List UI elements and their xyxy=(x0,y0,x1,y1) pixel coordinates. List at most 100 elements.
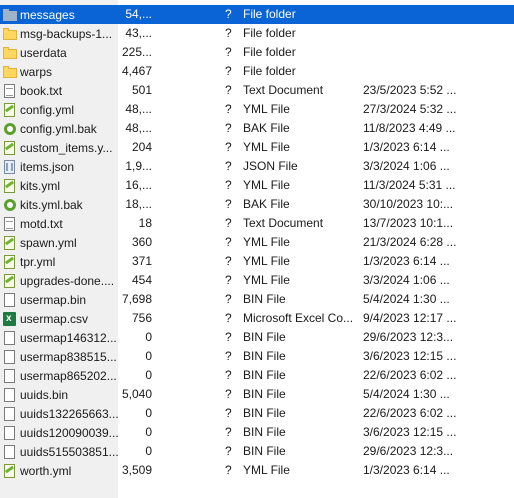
file-name-cell[interactable]: items.json xyxy=(0,157,118,176)
file-name-cell[interactable]: usermap.csv xyxy=(0,309,118,328)
file-date-modified: 3/6/2023 12:15 ... xyxy=(363,425,457,439)
file-row[interactable]: warps 4,467? File folder xyxy=(0,62,514,81)
file-name: config.yml.bak xyxy=(20,121,97,136)
file-name-cell[interactable]: spawn.yml xyxy=(0,233,118,252)
bin-file-icon xyxy=(3,444,17,460)
file-row[interactable]: items.json 1,9...? JSON File 3/3/2024 1:06 … xyxy=(0,157,514,176)
file-row[interactable]: worth.yml 3,509? YML File 1/3/2023 6:14 ... xyxy=(0,461,514,480)
folder-icon xyxy=(3,64,17,80)
file-name-cell[interactable]: config.yml xyxy=(0,100,118,119)
file-name-cell[interactable]: upgrades-done.... xyxy=(0,271,118,290)
file-name: kits.yml.bak xyxy=(20,197,83,212)
file-name-cell[interactable]: custom_items.y... xyxy=(0,138,118,157)
file-date-modified xyxy=(363,24,513,43)
file-row[interactable]: upgrades-done.... 454? YML File 3/3/2024 1:… xyxy=(0,271,514,290)
file-name: usermap146312... xyxy=(20,330,117,345)
file-name-cell[interactable]: kits.yml.bak xyxy=(0,195,118,214)
file-date-modified: 22/6/2023 6:02 ... xyxy=(363,368,457,382)
file-size: 204 xyxy=(131,140,152,154)
file-name-cell[interactable]: msg-backups-1... xyxy=(0,24,118,43)
file-name-cell[interactable]: warps xyxy=(0,62,118,81)
file-row[interactable]: usermap.csv 756? Microsoft Excel Co... 9/4/… xyxy=(0,309,514,328)
file-row[interactable]: motd.txt 18? Text Document 13/7/2023 10:1..… xyxy=(0,214,514,233)
file-attribute: ? xyxy=(225,463,232,477)
file-attribute: ? xyxy=(225,83,232,97)
file-type: YML File xyxy=(243,140,290,154)
file-name: msg-backups-1... xyxy=(20,26,113,41)
file-name-cell[interactable]: uuids132265663... xyxy=(0,404,118,423)
file-name-cell[interactable]: usermap865202... xyxy=(0,366,118,385)
file-name-cell[interactable]: config.yml.bak xyxy=(0,119,118,138)
file-row[interactable]: uuids120090039... 0? BIN File 3/6/2023 12:1… xyxy=(0,423,514,442)
file-size: 18 xyxy=(138,216,152,230)
file-name-cell[interactable]: messages xyxy=(0,5,118,24)
file-row[interactable]: uuids.bin 5,040? BIN File 5/4/2024 1:30 ... xyxy=(0,385,514,404)
file-row[interactable]: uuids515503851... 0? BIN File 29/6/2023 12:… xyxy=(0,442,514,461)
file-size: 16,... xyxy=(125,178,152,192)
file-row[interactable]: kits.yml.bak 18,...? BAK File 30/10/2023 10… xyxy=(0,195,514,214)
file-date-modified: 27/3/2024 5:32 ... xyxy=(363,102,457,116)
file-row[interactable]: custom_items.y... 204? YML File 1/3/2023 6:… xyxy=(0,138,514,157)
file-name-cell[interactable]: uuids.bin xyxy=(0,385,118,404)
file-date-modified: 5/4/2024 1:30 ... xyxy=(363,387,450,401)
file-type: Microsoft Excel Co... xyxy=(243,311,354,325)
file-type: Text Document xyxy=(243,83,324,97)
file-type: BAK File xyxy=(243,197,290,211)
file-name-cell[interactable]: worth.yml xyxy=(0,461,118,480)
file-row[interactable]: msg-backups-1... 43,...? File folder xyxy=(0,24,514,43)
file-row[interactable]: uuids132265663... 0? BIN File 22/6/2023 6:0… xyxy=(0,404,514,423)
file-type: YML File xyxy=(243,235,290,249)
file-name-cell[interactable]: usermap.bin xyxy=(0,290,118,309)
yml-file-icon xyxy=(3,273,17,289)
file-name-cell[interactable]: kits.yml xyxy=(0,176,118,195)
file-row[interactable]: spawn.yml 360? YML File 21/3/2024 6:28 ... xyxy=(0,233,514,252)
file-attribute: ? xyxy=(225,140,232,154)
file-size: 501 xyxy=(131,83,152,97)
file-attribute: ? xyxy=(225,425,232,439)
file-date-modified: 11/8/2023 4:49 ... xyxy=(363,121,456,135)
file-row[interactable]: messages 54,...? File folder xyxy=(0,5,514,24)
file-name-cell[interactable]: book.txt xyxy=(0,81,118,100)
file-name: uuids120090039... xyxy=(19,425,118,440)
file-size: 18,... xyxy=(125,197,152,211)
file-name: uuids132265663... xyxy=(19,406,118,421)
file-name: upgrades-done.... xyxy=(20,273,115,288)
file-type: BIN File xyxy=(243,330,286,344)
file-list-pane: messages 54,...? File folder msg-backups-1.… xyxy=(0,0,514,498)
file-size: 454 xyxy=(131,273,152,287)
file-attribute: ? xyxy=(225,26,232,40)
file-type: YML File xyxy=(243,463,290,477)
file-row[interactable]: config.yml 48,...? YML File 27/3/2024 5:32 … xyxy=(0,100,514,119)
file-row[interactable]: usermap838515... 0? BIN File 3/6/2023 12:15… xyxy=(0,347,514,366)
file-name: kits.yml xyxy=(20,178,60,193)
file-name-cell[interactable]: usermap838515... xyxy=(0,347,118,366)
file-name: config.yml xyxy=(20,102,75,117)
file-name: items.json xyxy=(20,159,75,174)
file-row[interactable]: tpr.yml 371? YML File 1/3/2023 6:14 ... xyxy=(0,252,514,271)
file-name-cell[interactable]: motd.txt xyxy=(0,214,118,233)
file-date-modified: 9/4/2023 12:17 ... xyxy=(363,311,457,325)
file-row[interactable]: usermap146312... 0? BIN File 29/6/2023 12:3… xyxy=(0,328,514,347)
file-name-cell[interactable]: uuids515503851... xyxy=(0,442,118,461)
file-name-cell[interactable]: usermap146312... xyxy=(0,328,118,347)
folder-icon xyxy=(3,45,17,61)
yml-file-icon xyxy=(3,102,17,118)
file-attribute: ? xyxy=(225,368,232,382)
yml-file-icon xyxy=(3,463,17,479)
file-name-cell[interactable]: tpr.yml xyxy=(0,252,118,271)
file-name-cell[interactable]: userdata xyxy=(0,43,118,62)
file-row[interactable]: usermap.bin 7,698? BIN File 5/4/2024 1:30 .… xyxy=(0,290,514,309)
file-date-modified xyxy=(363,43,513,62)
file-row[interactable]: config.yml.bak 48,...? BAK File 11/8/2023 4… xyxy=(0,119,514,138)
file-size: 0 xyxy=(145,425,152,439)
file-name-cell[interactable]: uuids120090039... xyxy=(0,423,118,442)
file-type: BIN File xyxy=(243,444,286,458)
file-row[interactable]: book.txt 501? Text Document 23/5/2023 5:52 … xyxy=(0,81,514,100)
file-row[interactable]: usermap865202... 0? BIN File 22/6/2023 6:02… xyxy=(0,366,514,385)
file-row[interactable]: kits.yml 16,...? YML File 11/3/2024 5:31 ..… xyxy=(0,176,514,195)
file-size: 225... xyxy=(121,45,152,59)
file-size: 48,... xyxy=(125,121,152,135)
file-date-modified: 1/3/2023 6:14 ... xyxy=(363,140,450,154)
bin-file-icon xyxy=(3,292,17,308)
file-row[interactable]: userdata 225...? File folder xyxy=(0,43,514,62)
